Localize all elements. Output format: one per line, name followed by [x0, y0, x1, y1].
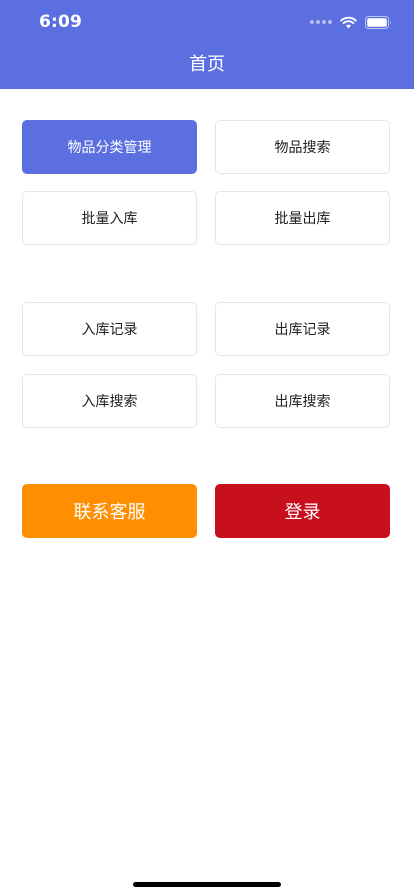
batch-inbound-button[interactable]: 批量入库 [22, 191, 197, 245]
status-icons [310, 14, 392, 30]
category-manage-label: 物品分类管理 [67, 140, 152, 156]
item-search-label: 物品搜索 [274, 140, 331, 156]
outbound-records-label: 出库记录 [274, 322, 331, 338]
battery-icon [365, 15, 391, 29]
login-label: 登录 [284, 502, 321, 523]
batch-outbound-label: 批量出库 [274, 211, 331, 227]
inbound-search-button[interactable]: 入库搜索 [22, 374, 197, 428]
batch-outbound-button[interactable]: 批量出库 [215, 191, 390, 245]
login-button[interactable]: 登录 [215, 484, 390, 538]
inbound-records-label: 入库记录 [81, 322, 138, 338]
home-indicator[interactable] [133, 882, 281, 887]
contact-service-label: 联系客服 [73, 502, 146, 523]
outbound-records-button[interactable]: 出库记录 [215, 302, 390, 356]
signal-icon [310, 20, 332, 24]
status-time: 6:09 [39, 12, 83, 32]
wifi-icon [340, 16, 357, 28]
batch-inbound-label: 批量入库 [81, 211, 138, 227]
inbound-records-button[interactable]: 入库记录 [22, 302, 197, 356]
page-title: 首页 [189, 54, 225, 75]
app-header: 6:09 首页 [0, 0, 414, 89]
item-search-button[interactable]: 物品搜索 [215, 120, 390, 174]
contact-service-button[interactable]: 联系客服 [22, 484, 197, 538]
outbound-search-button[interactable]: 出库搜索 [215, 374, 390, 428]
outbound-search-label: 出库搜索 [274, 394, 331, 410]
inbound-search-label: 入库搜索 [81, 394, 138, 410]
category-manage-button[interactable]: 物品分类管理 [22, 120, 197, 174]
